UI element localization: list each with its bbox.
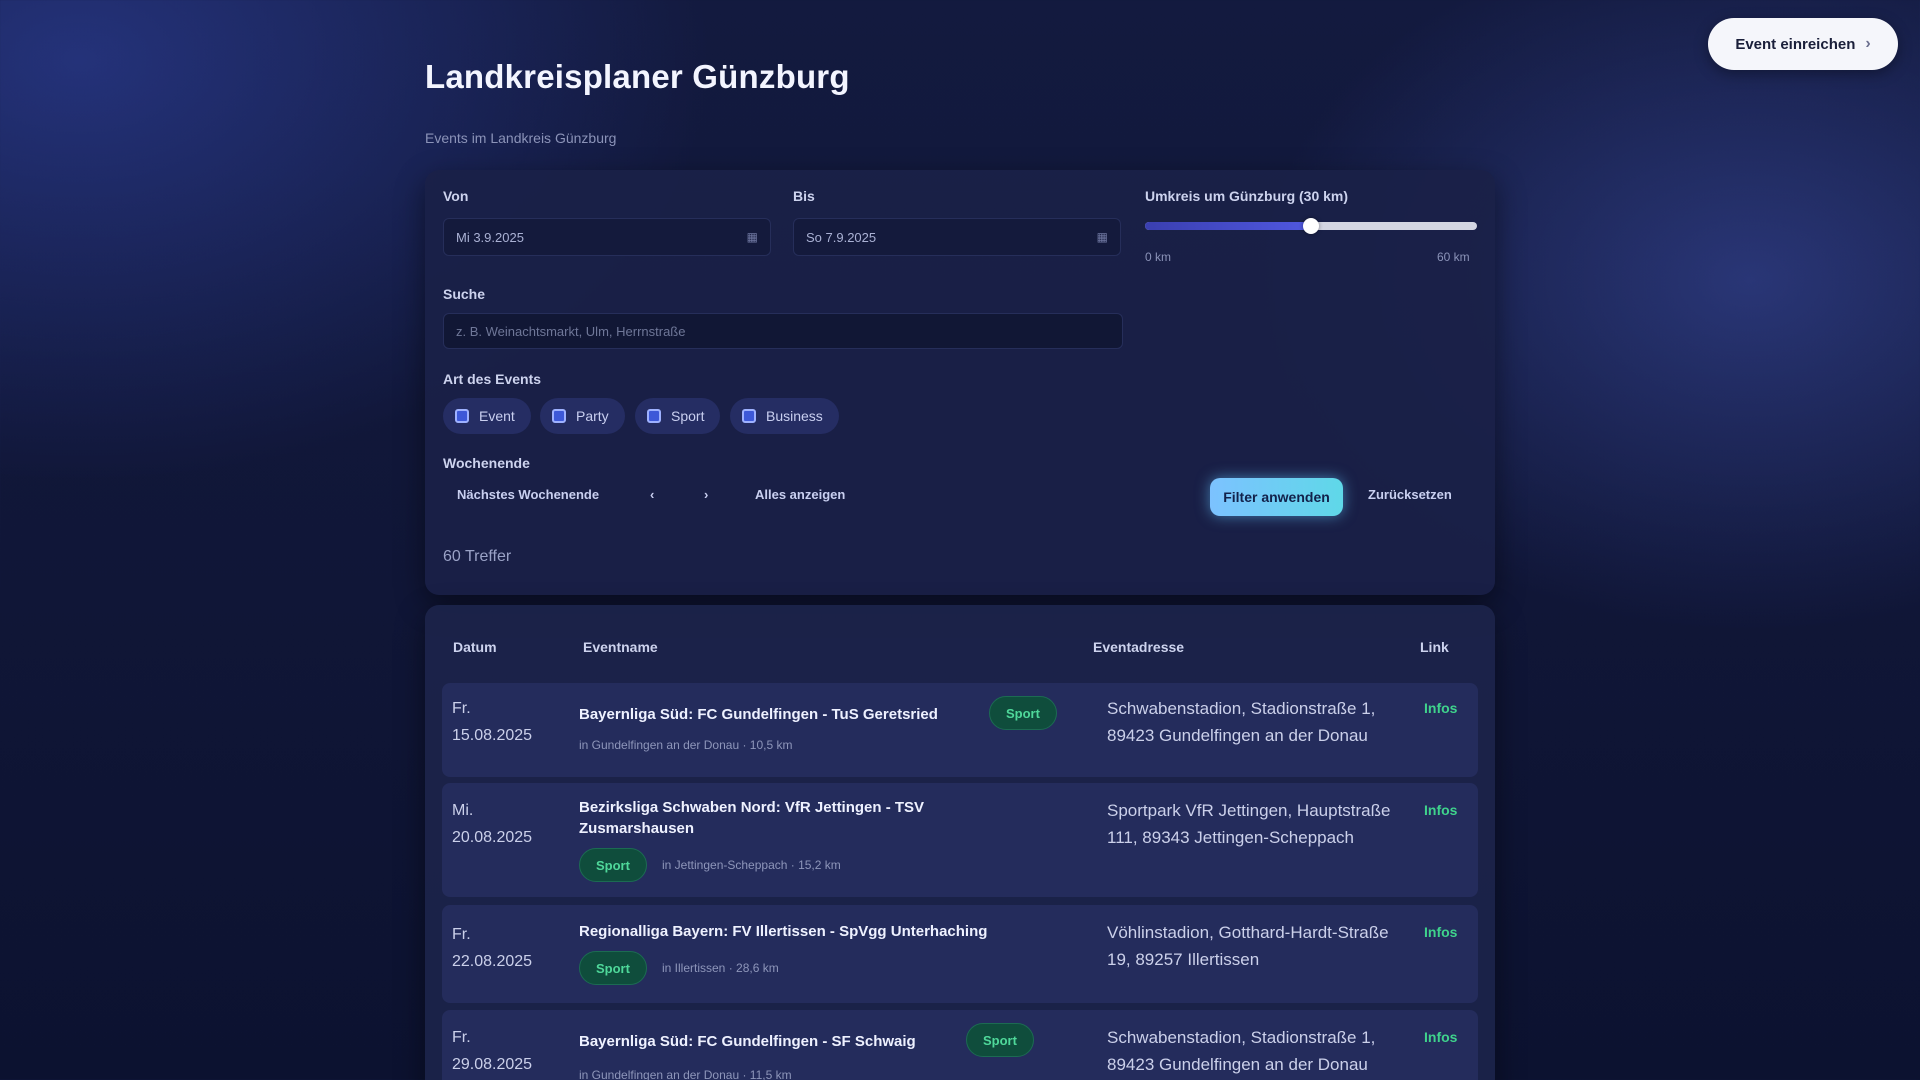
event-date: Fr. 29.08.2025 xyxy=(452,1024,532,1078)
type-chip-label: Business xyxy=(766,408,823,424)
event-weekday: Fr. xyxy=(452,1029,471,1046)
event-meta: in Jettingen-Scheppach · 15,2 km xyxy=(662,858,841,872)
event-date-value: 29.08.2025 xyxy=(452,1056,533,1073)
page-subtitle: Events im Landkreis Günzburg xyxy=(425,130,617,146)
event-date: Mi. 20.08.2025 xyxy=(452,797,532,851)
event-name: Bayernliga Süd: FC Gundelfingen - TuS Ge… xyxy=(579,706,938,723)
category-badge: Sport xyxy=(579,848,647,882)
event-date-value: 15.08.2025 xyxy=(452,727,533,744)
event-weekday: Fr. xyxy=(452,926,471,943)
from-label: Von xyxy=(443,188,469,204)
event-meta: in Illertissen · 28,6 km xyxy=(662,961,779,975)
results-count: 60 Treffer xyxy=(443,548,512,565)
search-input[interactable]: z. B. Weinachtsmarkt, Ulm, Herrnstraße xyxy=(443,313,1123,349)
type-chip-party[interactable]: Party xyxy=(540,398,625,434)
type-chip-label: Sport xyxy=(671,408,705,424)
event-date-value: 22.08.2025 xyxy=(452,953,533,970)
checkbox-icon[interactable] xyxy=(455,409,469,423)
chevron-right-icon: › xyxy=(1865,35,1871,52)
event-name: Regionalliga Bayern: FV Illertissen - Sp… xyxy=(579,923,988,940)
to-date-input[interactable]: So 7.9.2025 ▦ xyxy=(793,218,1121,256)
checkbox-icon[interactable] xyxy=(552,409,566,423)
submit-event-label: Event einreichen xyxy=(1735,35,1856,53)
prev-weekend-button[interactable]: ‹ xyxy=(650,487,654,502)
search-placeholder: z. B. Weinachtsmarkt, Ulm, Herrnstraße xyxy=(456,324,686,339)
column-header-link: Link xyxy=(1420,639,1449,655)
event-meta: in Gundelfingen an der Donau · 10,5 km xyxy=(579,738,793,752)
reset-button[interactable]: Zurücksetzen xyxy=(1368,487,1452,502)
event-type-label: Art des Events xyxy=(443,371,542,387)
column-header-name: Eventname xyxy=(583,639,658,655)
table-row: Fr. 15.08.2025 Bayernliga Süd: FC Gundel… xyxy=(442,683,1478,777)
radius-max-label: 60 km xyxy=(1437,250,1470,264)
type-chip-business[interactable]: Business xyxy=(730,398,839,434)
filter-panel: Von Mi 3.9.2025 ▦ Bis So 7.9.2025 ▦ Umkr… xyxy=(425,170,1495,595)
calendar-icon: ▦ xyxy=(746,230,758,244)
event-address: Sportpark VfR Jettingen, Hauptstraße 111… xyxy=(1107,801,1391,847)
table-row: Mi. 20.08.2025 Bezirksliga Schwaben Nord… xyxy=(442,783,1478,897)
event-date: Fr. 22.08.2025 xyxy=(452,921,532,975)
event-info-link[interactable]: Infos xyxy=(1424,802,1457,818)
to-label: Bis xyxy=(793,188,815,204)
apply-filter-button[interactable]: Filter anwenden xyxy=(1210,478,1343,516)
show-all-button[interactable]: Alles anzeigen xyxy=(755,487,845,502)
next-weekend-button[interactable]: Nächstes Wochenende xyxy=(457,487,599,502)
category-badge: Sport xyxy=(966,1023,1034,1057)
event-address: Schwabenstadion, Stadionstraße 1, 89423 … xyxy=(1107,1028,1376,1074)
radius-slider[interactable] xyxy=(1145,218,1477,234)
from-date-input[interactable]: Mi 3.9.2025 ▦ xyxy=(443,218,771,256)
event-name: Bayernliga Süd: FC Gundelfingen - SF Sch… xyxy=(579,1033,916,1050)
page-title: Landkreisplaner Günzburg xyxy=(425,58,850,95)
event-date: Fr. 15.08.2025 xyxy=(452,695,532,749)
table-row: Fr. 29.08.2025 Bayernliga Süd: FC Gundel… xyxy=(442,1010,1478,1080)
event-date-value: 20.08.2025 xyxy=(452,829,533,846)
search-label: Suche xyxy=(443,286,486,302)
event-info-link[interactable]: Infos xyxy=(1424,700,1457,716)
checkbox-icon[interactable] xyxy=(742,409,756,423)
to-date-value: So 7.9.2025 xyxy=(806,229,877,245)
event-address: Schwabenstadion, Stadionstraße 1, 89423 … xyxy=(1107,699,1376,745)
event-weekday: Fr. xyxy=(452,700,471,717)
next-weekend-arrow-button[interactable]: › xyxy=(704,487,708,502)
type-chip-label: Party xyxy=(576,408,609,424)
event-info-link[interactable]: Infos xyxy=(1424,924,1457,940)
event-weekday: Mi. xyxy=(452,802,474,819)
column-header-address: Eventadresse xyxy=(1093,639,1185,655)
radius-min-label: 0 km xyxy=(1145,250,1172,264)
events-table: Datum Eventname Eventadresse Link Fr. 15… xyxy=(425,605,1495,1080)
column-header-date: Datum xyxy=(453,639,497,655)
radius-slider-thumb[interactable] xyxy=(1303,218,1319,234)
radius-label: Umkreis um Günzburg (30 km) xyxy=(1145,188,1349,204)
submit-event-button[interactable]: Event einreichen › xyxy=(1708,18,1898,70)
type-chip-sport[interactable]: Sport xyxy=(635,398,721,434)
event-meta: in Gundelfingen an der Donau · 11,5 km xyxy=(579,1068,792,1080)
event-name: Bezirksliga Schwaben Nord: VfR Jettingen… xyxy=(579,799,925,837)
event-info-link[interactable]: Infos xyxy=(1424,1029,1457,1045)
category-badge: Sport xyxy=(579,951,647,985)
from-date-value: Mi 3.9.2025 xyxy=(456,229,524,245)
calendar-icon: ▦ xyxy=(1096,230,1108,244)
category-badge: Sport xyxy=(989,696,1057,730)
event-address: Vöhlinstadion, Gotthard-Hardt-Straße 19,… xyxy=(1107,923,1389,969)
table-row: Fr. 22.08.2025 Regionalliga Bayern: FV I… xyxy=(442,905,1478,1003)
type-chip-event[interactable]: Event xyxy=(443,398,531,434)
radius-slider-fill xyxy=(1145,222,1311,230)
weekend-label: Wochenende xyxy=(443,455,530,471)
checkbox-icon[interactable] xyxy=(647,409,661,423)
type-chip-label: Event xyxy=(479,408,515,424)
